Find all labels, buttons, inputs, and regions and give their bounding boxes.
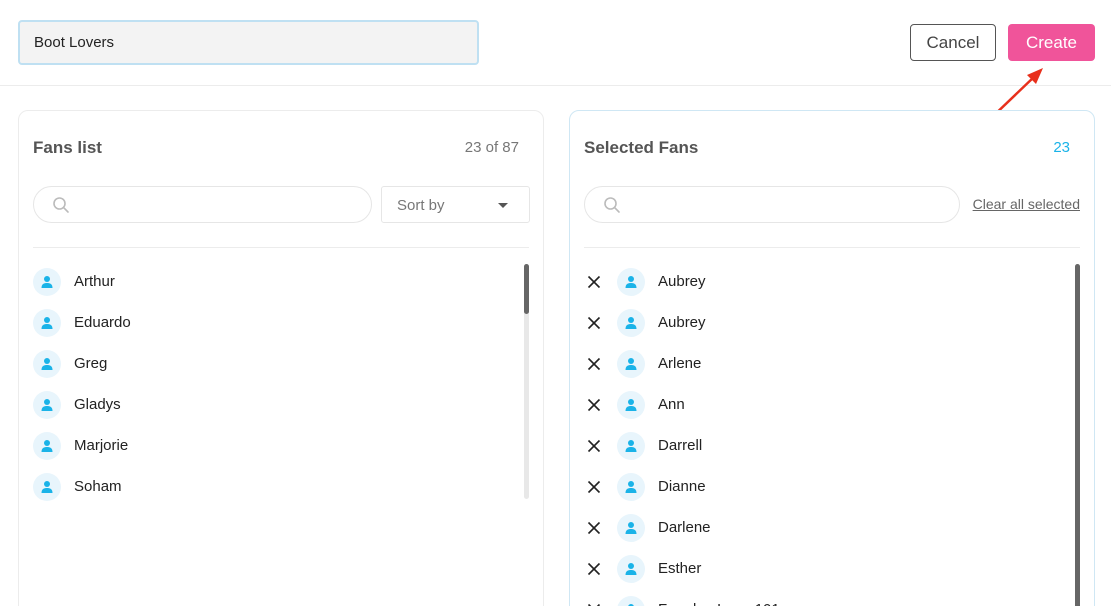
close-icon[interactable]: [584, 354, 604, 374]
sort-by-select[interactable]: Sort by: [381, 186, 530, 223]
fan-name: Soham: [74, 478, 122, 495]
fan-name: Aubrey: [658, 273, 706, 290]
fans-list: Arthur Eduardo Greg Gladys Marjorie Soham: [33, 261, 523, 507]
list-item[interactable]: Aubrey: [584, 302, 1074, 343]
fan-name: Marjorie: [74, 437, 129, 454]
close-icon[interactable]: [584, 436, 604, 456]
close-icon[interactable]: [584, 518, 604, 538]
user-icon: [617, 349, 645, 378]
list-item[interactable]: Arlene: [584, 343, 1074, 384]
close-icon[interactable]: [584, 272, 604, 292]
list-item[interactable]: Eduardo: [33, 302, 523, 343]
fans-list-title: Fans list: [33, 138, 102, 157]
fan-name: Eduardo: [74, 314, 131, 331]
user-icon: [617, 431, 645, 460]
list-item[interactable]: Arthur: [33, 261, 523, 302]
fans-list-scrollbar[interactable]: [524, 264, 529, 499]
list-item[interactable]: Dianne: [584, 466, 1074, 507]
user-icon: [617, 554, 645, 583]
fans-list-panel: Fans list 23 of 87 Sort by Arthur Eduardo…: [18, 110, 544, 606]
list-item[interactable]: Gladys: [33, 384, 523, 425]
sort-by-label: Sort by: [397, 197, 445, 214]
close-icon[interactable]: [584, 313, 604, 333]
user-icon: [617, 390, 645, 419]
user-icon: [33, 349, 61, 378]
list-item[interactable]: Esther: [584, 548, 1074, 589]
list-item[interactable]: Darrell: [584, 425, 1074, 466]
selected-fans-scrollbar[interactable]: [1075, 264, 1080, 606]
fan-name: Arthur: [74, 273, 115, 290]
user-icon: [617, 513, 645, 542]
user-icon: [33, 390, 61, 419]
user-icon: [33, 472, 61, 501]
close-icon[interactable]: [584, 559, 604, 579]
top-bar: Cancel Create: [0, 0, 1111, 86]
user-icon: [33, 308, 61, 337]
fan-name: Dianne: [658, 478, 706, 495]
list-item[interactable]: FemdomLover101: [584, 589, 1074, 606]
list-item[interactable]: Aubrey: [584, 261, 1074, 302]
create-button[interactable]: Create: [1008, 24, 1095, 61]
selected-search[interactable]: [584, 186, 960, 223]
fan-name: Arlene: [658, 355, 702, 372]
selected-fans-panel: Selected Fans 23 Clear all selected Aubr…: [569, 110, 1095, 606]
list-item[interactable]: Darlene: [584, 507, 1074, 548]
search-icon: [604, 197, 620, 213]
selected-fans-title: Selected Fans: [584, 138, 699, 157]
user-icon: [33, 267, 61, 296]
fans-search-input[interactable]: [78, 189, 314, 220]
fan-name: Gladys: [74, 396, 121, 413]
fan-name: Esther: [658, 560, 702, 577]
list-item[interactable]: Marjorie: [33, 425, 523, 466]
fan-name: Ann: [658, 396, 685, 413]
selected-search-input[interactable]: [629, 189, 891, 220]
user-icon: [33, 431, 61, 460]
selected-fans-count: 23: [1053, 139, 1070, 156]
user-icon: [617, 267, 645, 296]
fan-name: Darlene: [658, 519, 711, 536]
selected-fans-list: Aubrey Aubrey Arlene Ann Darrell Dianne Darlen…: [584, 261, 1074, 606]
fans-list-scroll-thumb[interactable]: [524, 264, 529, 314]
user-icon: [617, 595, 645, 606]
fans-search[interactable]: [33, 186, 372, 223]
fan-name: Greg: [74, 355, 108, 372]
user-icon: [617, 308, 645, 337]
list-item[interactable]: Ann: [584, 384, 1074, 425]
chevron-down-icon: [498, 203, 508, 208]
list-item[interactable]: Soham: [33, 466, 523, 507]
group-name-input[interactable]: [18, 20, 479, 65]
selected-fans-scroll-thumb[interactable]: [1075, 264, 1080, 606]
cancel-button[interactable]: Cancel: [910, 24, 996, 61]
user-icon: [617, 472, 645, 501]
fans-list-count: 23 of 87: [464, 139, 519, 156]
close-icon[interactable]: [584, 395, 604, 415]
divider: [584, 247, 1080, 248]
list-item[interactable]: Greg: [33, 343, 523, 384]
close-icon[interactable]: [584, 477, 604, 497]
fan-name: FemdomLover101: [658, 601, 780, 606]
fan-name: Darrell: [658, 437, 703, 454]
close-icon[interactable]: [584, 600, 604, 606]
divider: [33, 247, 529, 248]
search-icon: [53, 197, 69, 213]
clear-all-selected-link[interactable]: Clear all selected: [973, 196, 1080, 212]
fan-name: Aubrey: [658, 314, 706, 331]
